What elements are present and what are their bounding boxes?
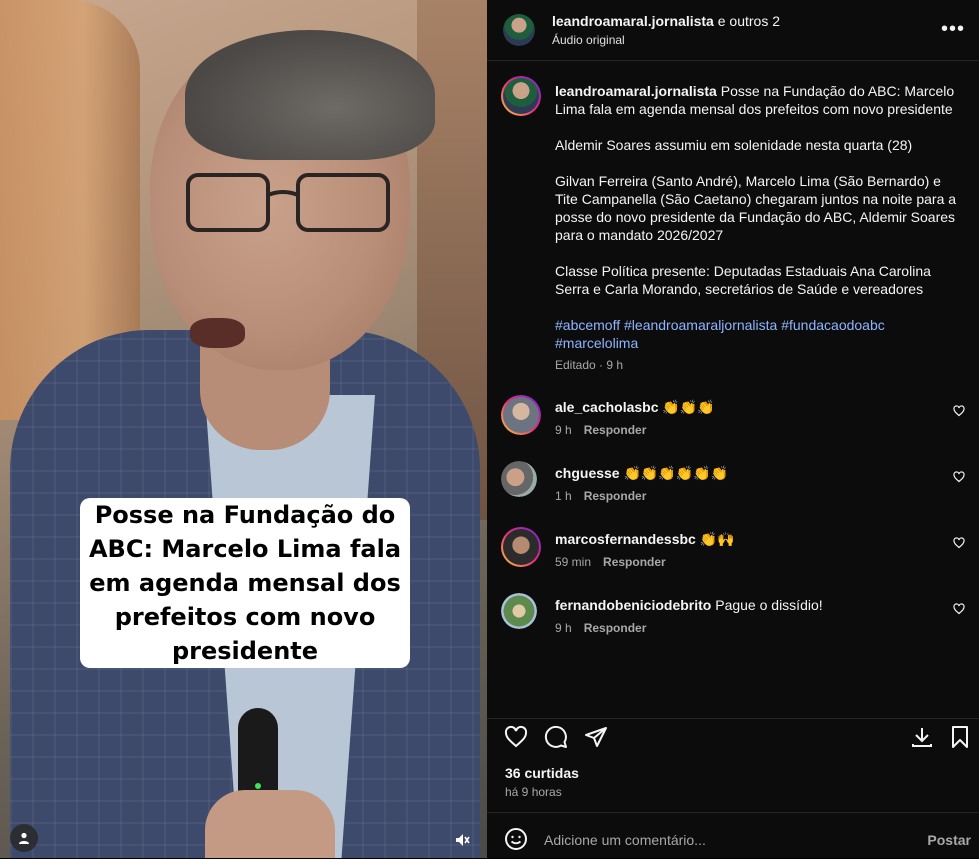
comment-username[interactable]: fernandobeniciodebrito bbox=[555, 597, 711, 613]
video-frame[interactable]: Posse na Fundação do ABC: Marcelo Lima f… bbox=[0, 0, 487, 858]
heart-icon bbox=[953, 471, 965, 483]
post-panel: leandroamaral.jornalista e outros 2 Áudi… bbox=[487, 0, 979, 858]
like-count[interactable]: 36 curtidas bbox=[505, 765, 579, 781]
author-avatar[interactable] bbox=[503, 14, 535, 46]
comment-avatar[interactable] bbox=[501, 527, 541, 567]
comment-text: 👏👏👏 bbox=[662, 399, 715, 415]
comment-time: 59 min bbox=[555, 555, 592, 569]
comment-icon bbox=[544, 725, 567, 748]
comment-username[interactable]: marcosfernandessbc bbox=[555, 531, 696, 547]
hashtag[interactable]: #leandroamaraljornalista bbox=[624, 317, 777, 333]
caption-edited: Editado · 9 h bbox=[555, 358, 624, 372]
muted-speaker-icon bbox=[456, 834, 470, 846]
comment-item: marcosfernandessbc 👏🙌 59 min Responder bbox=[501, 527, 971, 579]
post-comment-button[interactable]: Postar bbox=[927, 832, 971, 848]
share-icon bbox=[585, 727, 607, 747]
comment-like-button[interactable] bbox=[953, 471, 965, 486]
user-tag-icon bbox=[19, 832, 29, 844]
comment-input[interactable]: Adicione um comentário... bbox=[544, 832, 706, 848]
post-time: há 9 horas bbox=[505, 785, 562, 799]
caption-avatar[interactable] bbox=[501, 76, 541, 116]
caption-para-2: Gilvan Ferreira (Santo André), Marcelo L… bbox=[555, 173, 957, 243]
download-icon bbox=[912, 728, 932, 747]
save-button[interactable] bbox=[948, 725, 972, 749]
comment-item: chguesse 👏👏👏👏👏👏 1 h Responder bbox=[501, 461, 971, 513]
emoji-button[interactable] bbox=[504, 827, 528, 851]
add-comment-bar: Adicione um comentário... Postar bbox=[487, 812, 979, 859]
post-header: leandroamaral.jornalista e outros 2 Áudi… bbox=[487, 0, 979, 61]
heart-icon bbox=[953, 405, 965, 417]
reply-button[interactable]: Responder bbox=[584, 423, 647, 437]
heart-icon bbox=[504, 725, 528, 748]
share-button[interactable] bbox=[584, 725, 608, 749]
more-options-button[interactable]: ••• bbox=[941, 18, 965, 41]
video-caption-text: Posse na Fundação do ABC: Marcelo Lima f… bbox=[88, 501, 402, 665]
reply-button[interactable]: Responder bbox=[584, 489, 647, 503]
caption-body: leandroamaral.jornalista Posse na Fundaç… bbox=[555, 82, 965, 374]
hashtag[interactable]: #fundacaodoabc bbox=[781, 317, 885, 333]
mute-button[interactable] bbox=[448, 826, 476, 854]
hair bbox=[185, 30, 435, 160]
user-tag-button[interactable] bbox=[10, 824, 38, 852]
comment-item: fernandobeniciodebrito Pague o dissídio!… bbox=[501, 593, 971, 645]
mouth bbox=[190, 318, 245, 348]
caption-username[interactable]: leandroamaral.jornalista bbox=[555, 83, 717, 99]
comment-time: 1 h bbox=[555, 489, 572, 503]
hand bbox=[205, 790, 335, 858]
action-bar bbox=[487, 718, 979, 759]
comment-avatar[interactable] bbox=[501, 461, 537, 497]
reply-button[interactable]: Responder bbox=[603, 555, 666, 569]
bookmark-icon bbox=[952, 726, 968, 748]
header-username-line: leandroamaral.jornalista e outros 2 bbox=[552, 13, 780, 29]
comment-like-button[interactable] bbox=[953, 603, 965, 618]
header-username[interactable]: leandroamaral.jornalista bbox=[552, 13, 714, 29]
comment-avatar[interactable] bbox=[501, 395, 541, 435]
hashtag[interactable]: #abcemoff bbox=[555, 317, 620, 333]
glasses bbox=[186, 173, 390, 232]
emoji-icon bbox=[505, 828, 527, 850]
heart-icon bbox=[953, 603, 965, 615]
comment-username[interactable]: ale_cacholasbc bbox=[555, 399, 659, 415]
comment-avatar[interactable] bbox=[501, 593, 537, 629]
comment-like-button[interactable] bbox=[953, 537, 965, 552]
comment-time: 9 h bbox=[555, 621, 572, 635]
comment-username[interactable]: chguesse bbox=[555, 465, 620, 481]
hashtags: #abcemoff #leandroamaraljornalista #fund… bbox=[555, 316, 965, 352]
heart-icon bbox=[953, 537, 965, 549]
reply-button[interactable]: Responder bbox=[584, 621, 647, 635]
download-button[interactable] bbox=[910, 725, 934, 749]
caption-para-3: Classe Política presente: Deputadas Esta… bbox=[555, 263, 931, 297]
like-button[interactable] bbox=[504, 725, 528, 749]
comment-like-button[interactable] bbox=[953, 405, 965, 420]
comment-button[interactable] bbox=[544, 725, 568, 749]
video-caption-box: Posse na Fundação do ABC: Marcelo Lima f… bbox=[80, 498, 410, 668]
hashtag[interactable]: #marcelolima bbox=[555, 335, 638, 351]
audio-label[interactable]: Áudio original bbox=[552, 33, 625, 47]
mic-led bbox=[255, 783, 261, 789]
comment-text: 👏🙌 bbox=[699, 531, 735, 547]
header-others[interactable]: e outros 2 bbox=[718, 13, 780, 29]
comment-text: 👏👏👏👏👏👏 bbox=[623, 465, 729, 481]
comment-item: ale_cacholasbc 👏👏👏 9 h Responder bbox=[501, 395, 971, 447]
comment-time: 9 h bbox=[555, 423, 572, 437]
caption-para-1: Aldemir Soares assumiu em solenidade nes… bbox=[555, 137, 913, 153]
comment-text: Pague o dissídio! bbox=[715, 597, 823, 613]
